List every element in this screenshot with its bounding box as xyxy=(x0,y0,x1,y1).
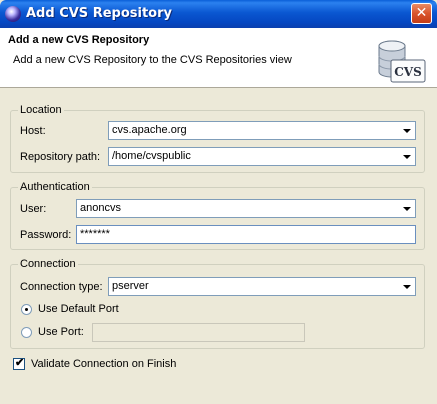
use-port-label[interactable]: Use Port: xyxy=(38,326,84,338)
validate-connection-label[interactable]: Validate Connection on Finish xyxy=(31,358,176,370)
use-port-radio[interactable] xyxy=(21,327,32,338)
validate-connection-checkbox[interactable]: ✔ xyxy=(13,357,25,370)
user-value: anoncvs xyxy=(80,202,121,214)
cvs-repository-icon: CVS xyxy=(378,40,426,83)
connection-legend: Connection xyxy=(18,258,78,270)
connection-type-label: Connection type: xyxy=(20,281,103,293)
window-title: Add CVS Repository xyxy=(26,6,172,21)
repository-path-label: Repository path: xyxy=(20,151,101,163)
host-label: Host: xyxy=(20,125,46,137)
use-default-port-label[interactable]: Use Default Port xyxy=(38,303,119,315)
chevron-down-icon[interactable] xyxy=(399,123,414,138)
close-button[interactable]: ✕ xyxy=(411,3,432,24)
banner-title: Add a new CVS Repository xyxy=(8,34,150,46)
banner-description: Add a new CVS Repository to the CVS Repo… xyxy=(13,54,292,66)
add-cvs-repository-dialog: Add CVS Repository ✕ Add a new CVS Repos… xyxy=(0,0,437,404)
chevron-down-icon[interactable] xyxy=(399,201,414,216)
host-value: cvs.apache.org xyxy=(112,124,187,136)
chevron-down-icon[interactable] xyxy=(399,149,414,164)
password-field[interactable]: ******* xyxy=(76,225,416,244)
port-field[interactable] xyxy=(92,323,305,342)
connection-type-combo[interactable]: pserver xyxy=(108,277,416,296)
wizard-banner: Add a new CVS Repository Add a new CVS R… xyxy=(0,28,437,88)
password-label: Password: xyxy=(20,229,72,241)
use-default-port-radio[interactable] xyxy=(21,304,32,315)
location-legend: Location xyxy=(18,104,64,116)
title-bar[interactable]: Add CVS Repository ✕ xyxy=(0,0,437,28)
cvs-icon-text: CVS xyxy=(394,65,422,79)
authentication-legend: Authentication xyxy=(18,181,92,193)
host-combo[interactable]: cvs.apache.org xyxy=(108,121,416,140)
repository-path-combo[interactable]: /home/cvspublic xyxy=(108,147,416,166)
check-mark-icon: ✔ xyxy=(15,357,25,369)
user-combo[interactable]: anoncvs xyxy=(76,199,416,218)
user-label: User: xyxy=(20,203,47,215)
password-value: ******* xyxy=(80,228,110,240)
eclipse-icon xyxy=(5,6,21,22)
repository-path-value: /home/cvspublic xyxy=(112,150,191,162)
chevron-down-icon[interactable] xyxy=(399,279,414,294)
connection-type-value: pserver xyxy=(112,280,149,292)
